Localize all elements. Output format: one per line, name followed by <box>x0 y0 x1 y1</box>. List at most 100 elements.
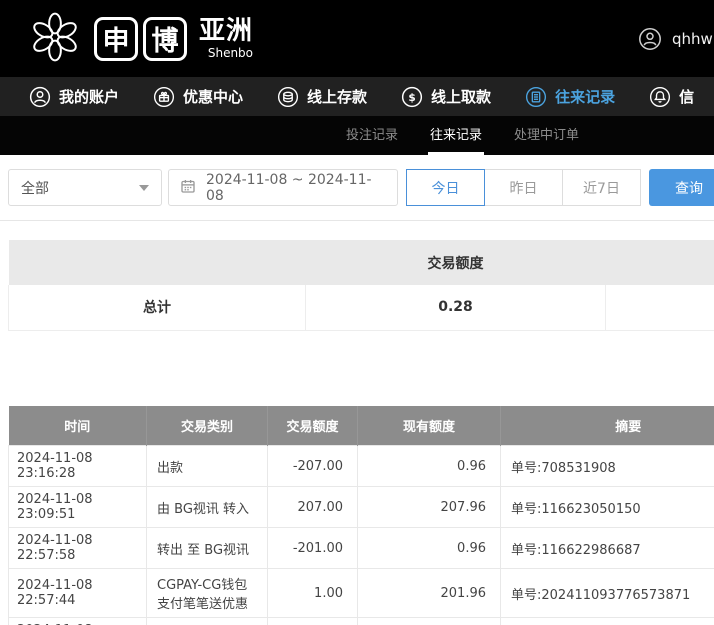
today-button-label: 今日 <box>432 178 460 198</box>
tx-table-row: 2024-11-08 22:57:44CGPAY-CG钱包支付笔笔送优惠1.00… <box>9 569 714 618</box>
date-range-value: 2024-11-08 ~ 2024-11-08 <box>206 172 387 204</box>
user-icon <box>29 86 51 108</box>
tx-table-cell: 单号:202411093776573871 <box>501 618 714 625</box>
tab-transaction-records[interactable]: 往来记录 <box>414 116 498 155</box>
nav-item-label: 线上取款 <box>431 86 491 107</box>
tx-column-header: 交易类别 <box>147 406 268 446</box>
tx-column-header: 时间 <box>9 406 147 446</box>
tx-table-cell: 2024-11-08 23:16:28 <box>9 446 147 487</box>
summary-total-label: 总计 <box>9 285 306 330</box>
tx-table-cell: CGPAY-CG钱包支付笔笔送优惠 <box>147 569 268 618</box>
calendar-icon <box>179 177 197 199</box>
nav-item-transaction-records[interactable]: 往来记录 <box>508 77 632 116</box>
svg-text:$: $ <box>408 91 415 103</box>
tx-table-cell: 0.96 <box>358 446 501 487</box>
tx-table-cell: 201.96 <box>358 569 501 618</box>
tx-table-cell: 出款 <box>147 446 268 487</box>
filter-bar: 全部 2024-11-08 ~ 2024-11-08 今日 昨日 <box>0 155 714 221</box>
account-menu[interactable]: qhhw <box>638 0 713 77</box>
tx-table-row: 2024-11-08 23:16:28出款-207.000.96单号:70853… <box>9 446 714 487</box>
transactions-table: 时间交易类别交易额度现有额度摘要 2024-11-08 23:16:28出款-2… <box>8 406 714 625</box>
tx-table-body: 2024-11-08 23:16:28出款-207.000.96单号:70853… <box>9 446 714 625</box>
chevron-down-icon <box>139 185 149 191</box>
yesterday-button-label: 昨日 <box>510 178 538 198</box>
records-icon <box>525 86 547 108</box>
tx-column-header: 摘要 <box>501 406 714 446</box>
tx-table-cell: -207.00 <box>268 446 358 487</box>
summary-header-empty-left <box>9 240 306 285</box>
nav-item-label: 信 <box>679 86 694 107</box>
today-button[interactable]: 今日 <box>406 169 485 206</box>
tx-column-header: 交易额度 <box>268 406 358 446</box>
type-select[interactable]: 全部 <box>8 169 162 206</box>
tx-table-cell: 2024-11-08 22:57:58 <box>9 528 147 569</box>
summary-header-row: 交易额度 <box>9 240 714 285</box>
summary-total-value: 0.28 <box>306 285 606 330</box>
tab-processing-orders[interactable]: 处理中订单 <box>498 116 595 155</box>
nav-item-promotions[interactable]: 优惠中心 <box>136 77 260 116</box>
nav-item-label: 线上存款 <box>307 86 367 107</box>
date-range-picker[interactable]: 2024-11-08 ~ 2024-11-08 <box>168 169 398 206</box>
nav-item-label: 我的账户 <box>59 86 119 107</box>
nav-item-deposit[interactable]: 线上存款 <box>260 77 384 116</box>
type-select-value: 全部 <box>21 178 49 198</box>
nav-item-label: 优惠中心 <box>183 86 243 107</box>
tx-table-row: 2024-11-08 23:09:51由 BG视讯 转入207.00207.96… <box>9 487 714 528</box>
deposit-icon <box>277 86 299 108</box>
summary-table: 交易额度 总计 0.28 <box>8 240 714 331</box>
viewport: 申 博 亚洲 Shenbo qhhw <box>0 0 714 625</box>
tx-table-cell: 转出 至 BG视讯 <box>147 528 268 569</box>
bell-icon <box>649 86 671 108</box>
tx-table-cell: 207.96 <box>358 487 501 528</box>
brand-char-1: 申 <box>94 17 138 61</box>
tx-table-cell: 200.00 <box>268 618 358 625</box>
main-nav: 我的账户 优惠中心 线上存款 <box>0 77 714 116</box>
tab-label: 投注记录 <box>346 128 398 143</box>
username: qhhw <box>672 30 713 48</box>
tx-header-row: 时间交易类别交易额度现有额度摘要 <box>9 406 714 446</box>
gift-icon <box>153 86 175 108</box>
nav-item-withdraw[interactable]: $ 线上取款 <box>384 77 508 116</box>
tx-table-cell: CGPAY支付 <box>147 618 268 625</box>
last7days-button[interactable]: 近7日 <box>562 169 641 206</box>
tab-label: 往来记录 <box>430 128 482 143</box>
tx-table-cell: 1.00 <box>268 569 358 618</box>
tx-table-cell: 0.96 <box>358 528 501 569</box>
tx-table-cell: 2024-11-08 23:09:51 <box>9 487 147 528</box>
search-button-label: 查询 <box>675 178 703 198</box>
top-header: 申 博 亚洲 Shenbo qhhw <box>0 0 714 77</box>
tx-table-cell: 2024-11-08 22:57:44 <box>9 618 147 625</box>
tx-table-cell: 单号:202411093776573871 <box>501 569 714 618</box>
tab-betting-records[interactable]: 投注记录 <box>330 116 414 155</box>
nav-item-messages[interactable]: 信 <box>632 77 711 116</box>
page: 申 博 亚洲 Shenbo qhhw <box>0 0 714 625</box>
yesterday-button[interactable]: 昨日 <box>484 169 563 206</box>
summary-total-row: 总计 0.28 <box>9 285 714 330</box>
tx-table-cell: 单号:116623050150 <box>501 487 714 528</box>
brand-english-name: Shenbo <box>208 47 253 60</box>
brand-region-block: 亚洲 Shenbo <box>199 17 253 61</box>
search-button[interactable]: 查询 <box>649 169 714 206</box>
tx-table-row: 2024-11-08 22:57:58转出 至 BG视讯-201.000.96单… <box>9 528 714 569</box>
nav-item-my-account[interactable]: 我的账户 <box>12 77 136 116</box>
sub-nav: 投注记录 往来记录 处理中订单 <box>0 116 714 155</box>
nav-item-label: 往来记录 <box>555 86 615 107</box>
withdraw-icon: $ <box>401 86 423 108</box>
tx-table-cell: 207.00 <box>268 487 358 528</box>
tx-table-cell: 单号:708531908 <box>501 446 714 487</box>
last7days-button-label: 近7日 <box>583 178 620 198</box>
tx-table-row: 2024-11-08 22:57:44CGPAY支付200.00200.96单号… <box>9 618 714 625</box>
brand-characters: 申 博 <box>94 17 187 61</box>
brand-char-2: 博 <box>143 17 187 61</box>
summary-header-amount: 交易额度 <box>306 240 606 285</box>
brand-logo[interactable]: 申 博 亚洲 Shenbo <box>28 10 253 68</box>
summary-header-empty-right <box>606 240 714 285</box>
tab-label: 处理中订单 <box>514 128 579 143</box>
user-icon <box>638 27 662 51</box>
tx-table-cell: 由 BG视讯 转入 <box>147 487 268 528</box>
tx-table-cell: 200.96 <box>358 618 501 625</box>
tx-table-cell: 单号:116622986687 <box>501 528 714 569</box>
tx-column-header: 现有额度 <box>358 406 501 446</box>
flower-logo-icon <box>28 10 82 68</box>
summary-empty-cell <box>606 285 714 330</box>
